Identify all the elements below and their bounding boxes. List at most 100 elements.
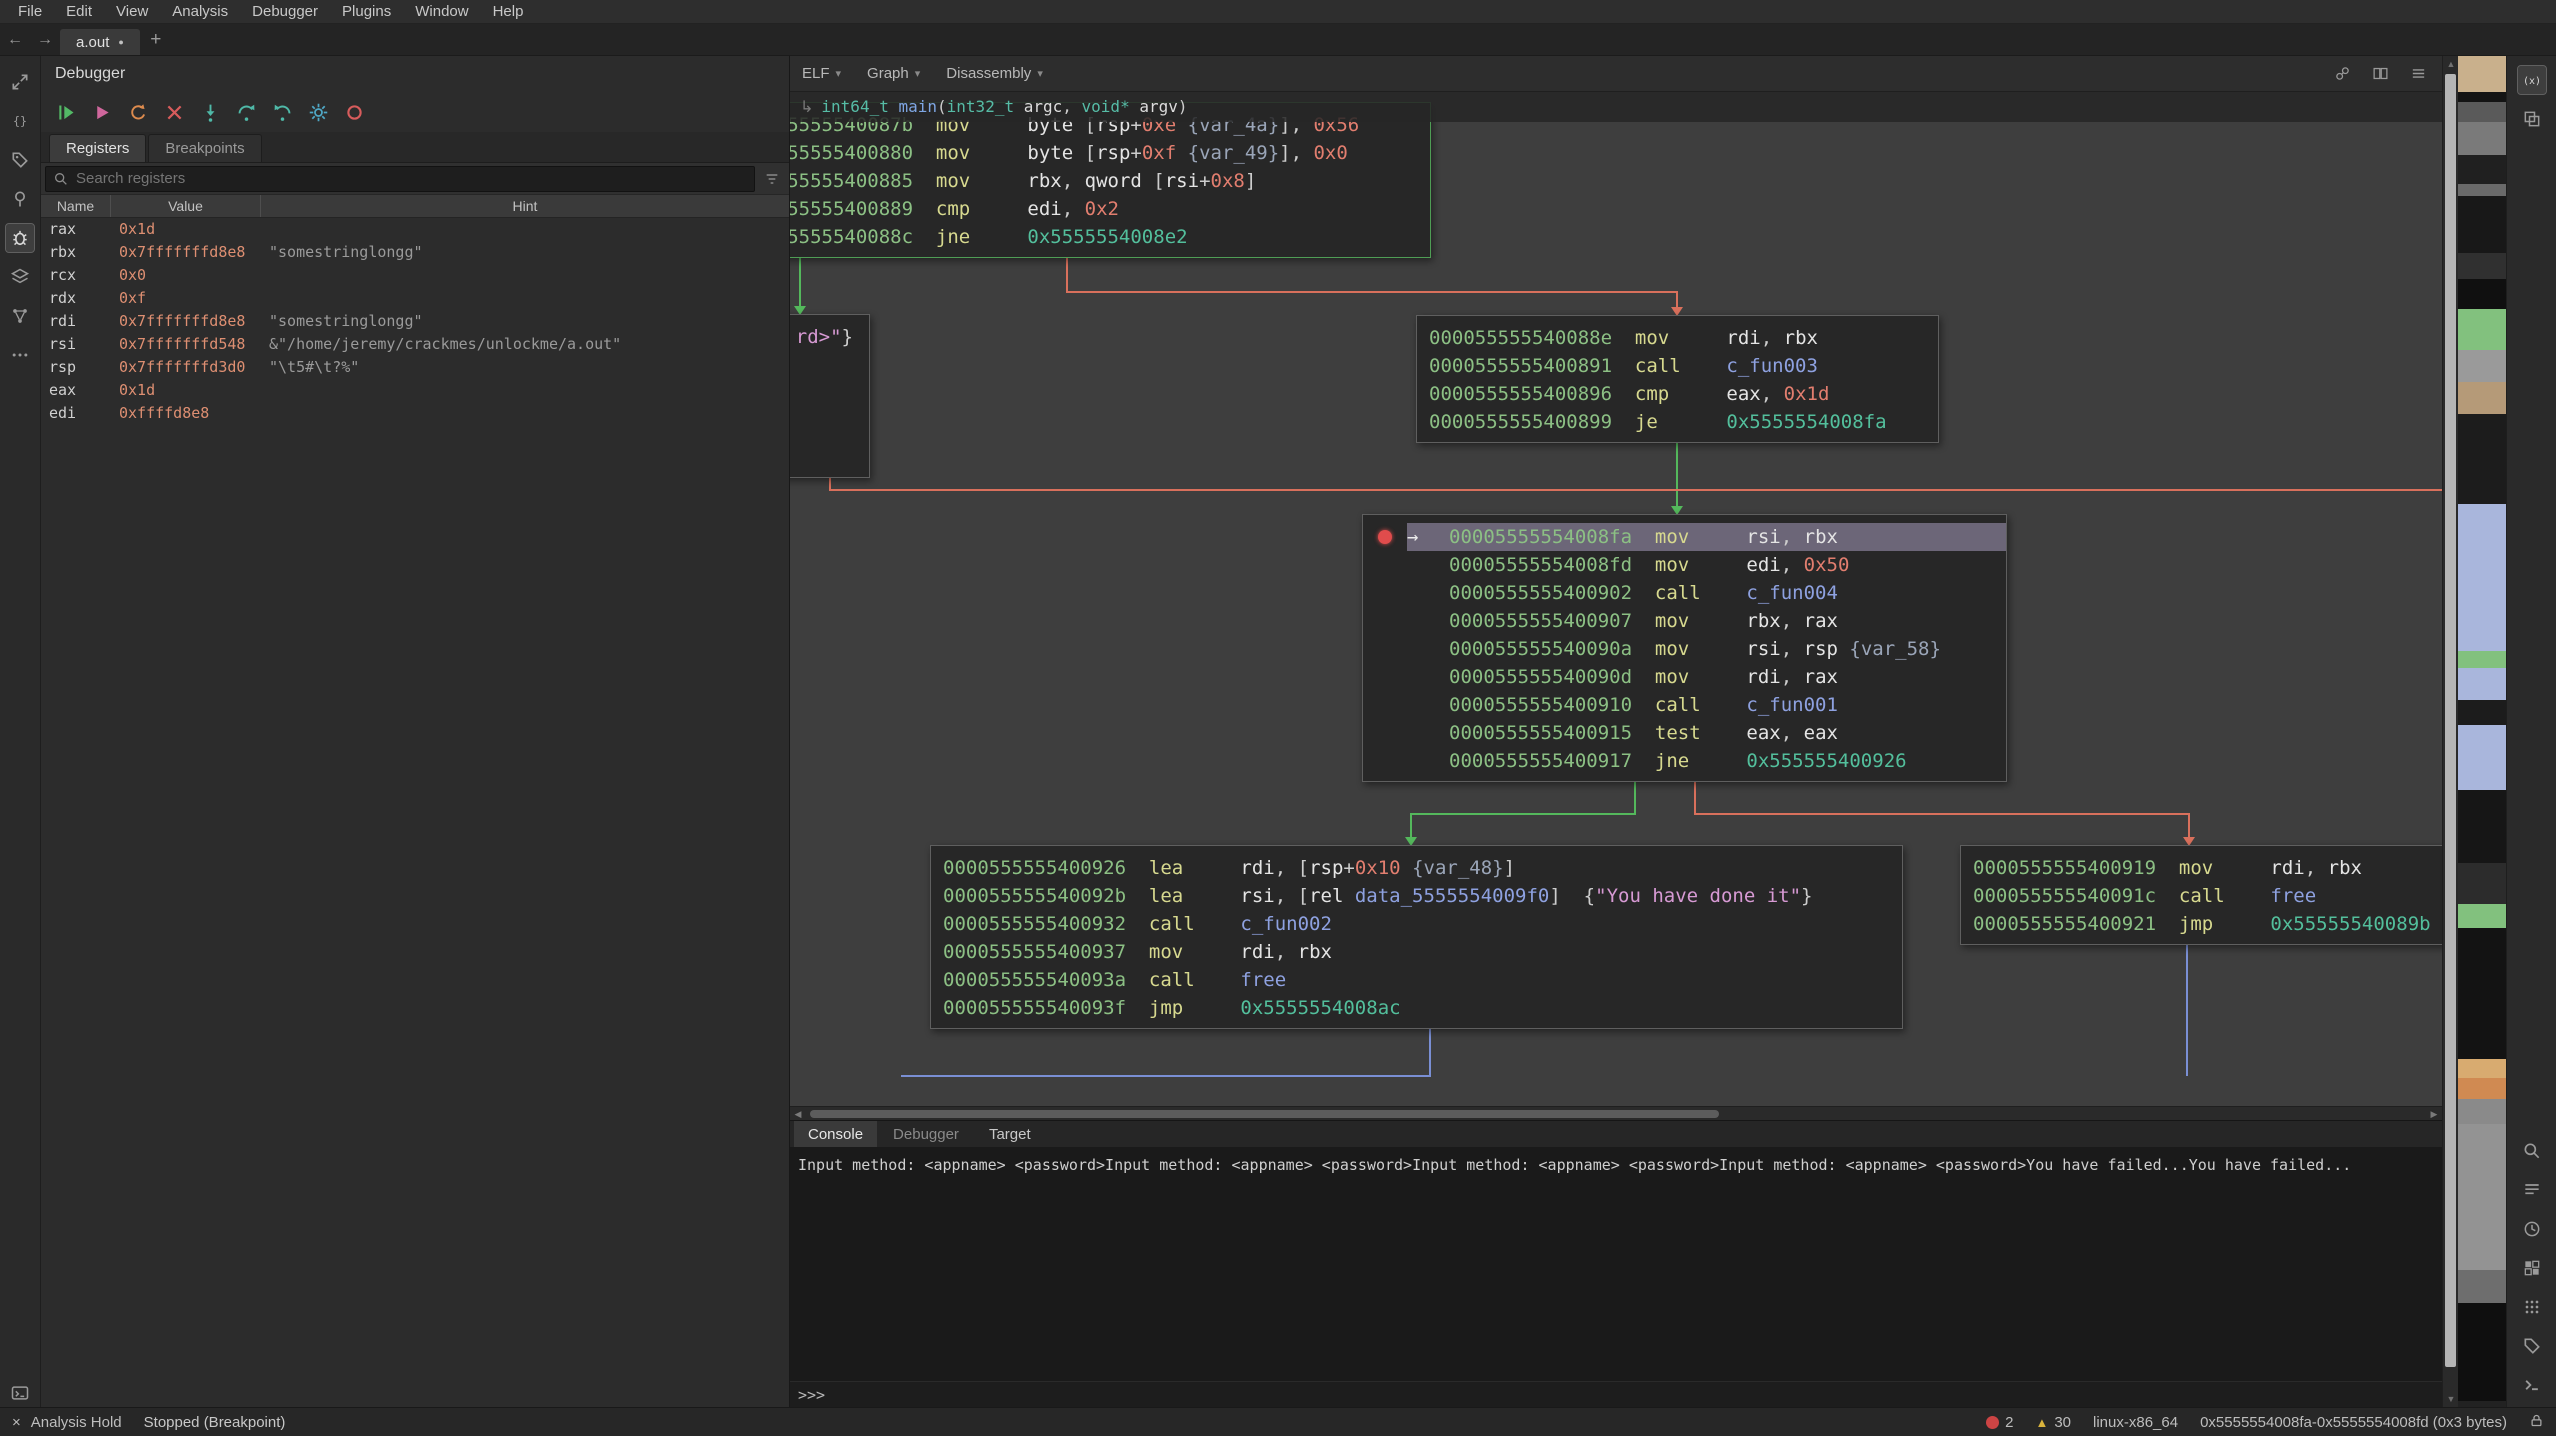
step-over-button[interactable]: [233, 99, 260, 126]
console-prompt-input[interactable]: >>>: [790, 1381, 2442, 1407]
cross-references-sidebar-button[interactable]: [6, 68, 34, 96]
resume-button[interactable]: [53, 99, 80, 126]
horizontal-scroll-thumb[interactable]: [810, 1110, 1719, 1118]
memory-map-sidebar-button[interactable]: [2518, 1293, 2546, 1321]
lock-icon[interactable]: [2529, 1413, 2544, 1432]
disasm-row[interactable]: 0000555555400902 call c_fun004: [1363, 579, 2006, 607]
graph-view[interactable]: 000055555540087b mov byte [rsp+0xe {var_…: [790, 92, 2442, 1106]
marker-sidebar-button[interactable]: [6, 185, 34, 213]
link-button[interactable]: [2330, 62, 2354, 86]
disasm-row[interactable]: 000055555540091c call free: [1961, 882, 2442, 910]
tags-sidebar-button[interactable]: [6, 146, 34, 174]
minimap-sidebar-button[interactable]: [2518, 1254, 2546, 1282]
graph-node-block-880[interactable]: 000055555540087b mov byte [rsp+0xe {var_…: [790, 102, 1431, 258]
feature-map[interactable]: [2458, 56, 2506, 1407]
console-tab-console[interactable]: Console: [794, 1121, 877, 1147]
disasm-row[interactable]: 000055555540088e mov rdi, rbx: [1417, 324, 1938, 352]
scroll-up-arrow[interactable]: ▲: [2443, 56, 2459, 72]
mindmap-sidebar-button[interactable]: [6, 302, 34, 330]
register-row-rcx[interactable]: rcx0x0: [41, 264, 789, 287]
disasm-row[interactable]: 000055555540093f jmp 0x5555554008ac: [931, 994, 1902, 1022]
tag-list-sidebar-button[interactable]: [2518, 1332, 2546, 1360]
graph-node-block-926[interactable]: 0000555555400926 lea rdi, [rsp+0x10 {var…: [930, 845, 1903, 1029]
disasm-row[interactable]: 0000555555400915 test eax, eax: [1363, 719, 2006, 747]
register-row-eax[interactable]: eax0x1d: [41, 379, 789, 402]
split-view-button[interactable]: [2368, 62, 2392, 86]
scroll-down-arrow[interactable]: ▼: [2443, 1391, 2459, 1407]
graph-horizontal-scrollbar[interactable]: ◀ ▶: [790, 1106, 2442, 1120]
kill-button[interactable]: [161, 99, 188, 126]
disasm-row[interactable]: →00005555554008fa mov rsi, rbx: [1363, 523, 2006, 551]
disasm-row[interactable]: 0000555555400889 cmp edi, 0x2: [790, 195, 1430, 223]
disasm-row[interactable]: 0000555555400899 je 0x5555554008fa: [1417, 408, 1938, 436]
restart-button[interactable]: [125, 99, 152, 126]
nav-forward-button[interactable]: →: [30, 24, 60, 55]
register-row-rsi[interactable]: rsi0x7fffffffd548&"/home/jeremy/crackmes…: [41, 333, 789, 356]
menu-item-debugger[interactable]: Debugger: [240, 0, 330, 23]
binary-type-selector[interactable]: ELF ▾: [802, 65, 841, 82]
menu-item-window[interactable]: Window: [403, 0, 480, 23]
find-sidebar-button[interactable]: [2518, 1137, 2546, 1165]
breakpoint-dot-icon[interactable]: [1378, 530, 1392, 544]
view-menu-button[interactable]: [2406, 62, 2430, 86]
disasm-row[interactable]: 0000555555400926 lea rdi, [rsp+0x10 {var…: [931, 854, 1902, 882]
console-tab-target[interactable]: Target: [975, 1121, 1045, 1147]
terminal-sidebar-button[interactable]: [6, 1379, 34, 1407]
menu-item-help[interactable]: Help: [481, 0, 536, 23]
warning-count-badge[interactable]: ▲ 30: [2035, 1414, 2071, 1431]
scroll-right-arrow[interactable]: ▶: [2426, 1107, 2442, 1121]
disasm-row[interactable]: 000055555540093a call free: [931, 966, 1902, 994]
debugger-sidebar-button[interactable]: [6, 224, 34, 252]
graph-vertical-scrollbar[interactable]: ▲ ▼: [2442, 56, 2458, 1407]
run-button[interactable]: [89, 99, 116, 126]
log-sidebar-button[interactable]: [2518, 1176, 2546, 1204]
disasm-row[interactable]: 0000555555400880 mov byte [rsp+0xf {var_…: [790, 139, 1430, 167]
step-into-button[interactable]: [197, 99, 224, 126]
disasm-row[interactable]: 000055555540092b lea rsi, [rel data_5555…: [931, 882, 1902, 910]
disasm-row[interactable]: 0000555555400907 mov rbx, rax: [1363, 607, 2006, 635]
disasm-row[interactable]: 0000555555400917 jne 0x555555400926: [1363, 747, 2006, 775]
filter-icon[interactable]: [759, 166, 785, 192]
settings-button[interactable]: [305, 99, 332, 126]
register-row-edi[interactable]: edi0xffffd8e8: [41, 402, 789, 425]
graph-node-block-8e2[interactable]: rd>"}: [790, 314, 870, 478]
console-tab-debugger[interactable]: Debugger: [879, 1121, 973, 1147]
error-count-badge[interactable]: 2: [1986, 1414, 2013, 1431]
register-row-rax[interactable]: rax0x1d: [41, 218, 789, 241]
menu-item-plugins[interactable]: Plugins: [330, 0, 403, 23]
stack-view-sidebar-button[interactable]: [2518, 105, 2546, 133]
disasm-row[interactable]: 000055555540090d mov rdi, rax: [1363, 663, 2006, 691]
stack-sidebar-button[interactable]: [6, 263, 34, 291]
tab-breakpoints[interactable]: Breakpoints: [148, 134, 261, 162]
disasm-row[interactable]: 000055555540088c jne 0x5555554008e2: [790, 223, 1430, 251]
register-row-rbx[interactable]: rbx0x7fffffffd8e8"somestringlongg": [41, 241, 789, 264]
layout-selector[interactable]: Graph ▾: [867, 65, 920, 82]
search-registers-input[interactable]: [45, 166, 755, 192]
tab-registers[interactable]: Registers: [49, 134, 146, 162]
disasm-row[interactable]: 00005555554008fd mov edi, 0x50: [1363, 551, 2006, 579]
column-header-value[interactable]: Value: [111, 195, 261, 217]
nav-back-button[interactable]: ←: [0, 24, 30, 55]
types-sidebar-button[interactable]: {}: [6, 107, 34, 135]
menu-item-edit[interactable]: Edit: [54, 0, 104, 23]
disasm-row[interactable]: 0000555555400921 jmp 0x55555540089b: [1961, 910, 2442, 938]
menu-item-analysis[interactable]: Analysis: [160, 0, 240, 23]
disasm-row[interactable]: 0000555555400910 call c_fun001: [1363, 691, 2006, 719]
scroll-left-arrow[interactable]: ◀: [790, 1107, 806, 1121]
variables-sidebar-button[interactable]: (x): [2518, 66, 2546, 94]
menu-item-file[interactable]: File: [6, 0, 54, 23]
graph-node-block-88e[interactable]: 000055555540088e mov rdi, rbx00005555554…: [1416, 315, 1939, 443]
disasm-row[interactable]: 000055555540090a mov rsi, rsp {var_58}: [1363, 635, 2006, 663]
register-row-rsp[interactable]: rsp0x7fffffffd3d0"\t5#\t?%": [41, 356, 789, 379]
vertical-scroll-thumb[interactable]: [2445, 74, 2456, 1367]
disasm-row[interactable]: 0000555555400885 mov rbx, qword [rsi+0x8…: [790, 167, 1430, 195]
tab-a-out[interactable]: a.out ●: [60, 29, 140, 55]
disasm-row[interactable]: 0000555555400891 call c_fun003: [1417, 352, 1938, 380]
step-return-button[interactable]: [269, 99, 296, 126]
disasm-row[interactable]: 0000555555400932 call c_fun002: [931, 910, 1902, 938]
scripting-console-sidebar-button[interactable]: [2518, 1371, 2546, 1399]
breakpoint-button[interactable]: [341, 99, 368, 126]
column-header-hint[interactable]: Hint: [261, 195, 789, 217]
il-view-selector[interactable]: Disassembly ▾: [946, 65, 1043, 82]
menu-item-view[interactable]: View: [104, 0, 160, 23]
